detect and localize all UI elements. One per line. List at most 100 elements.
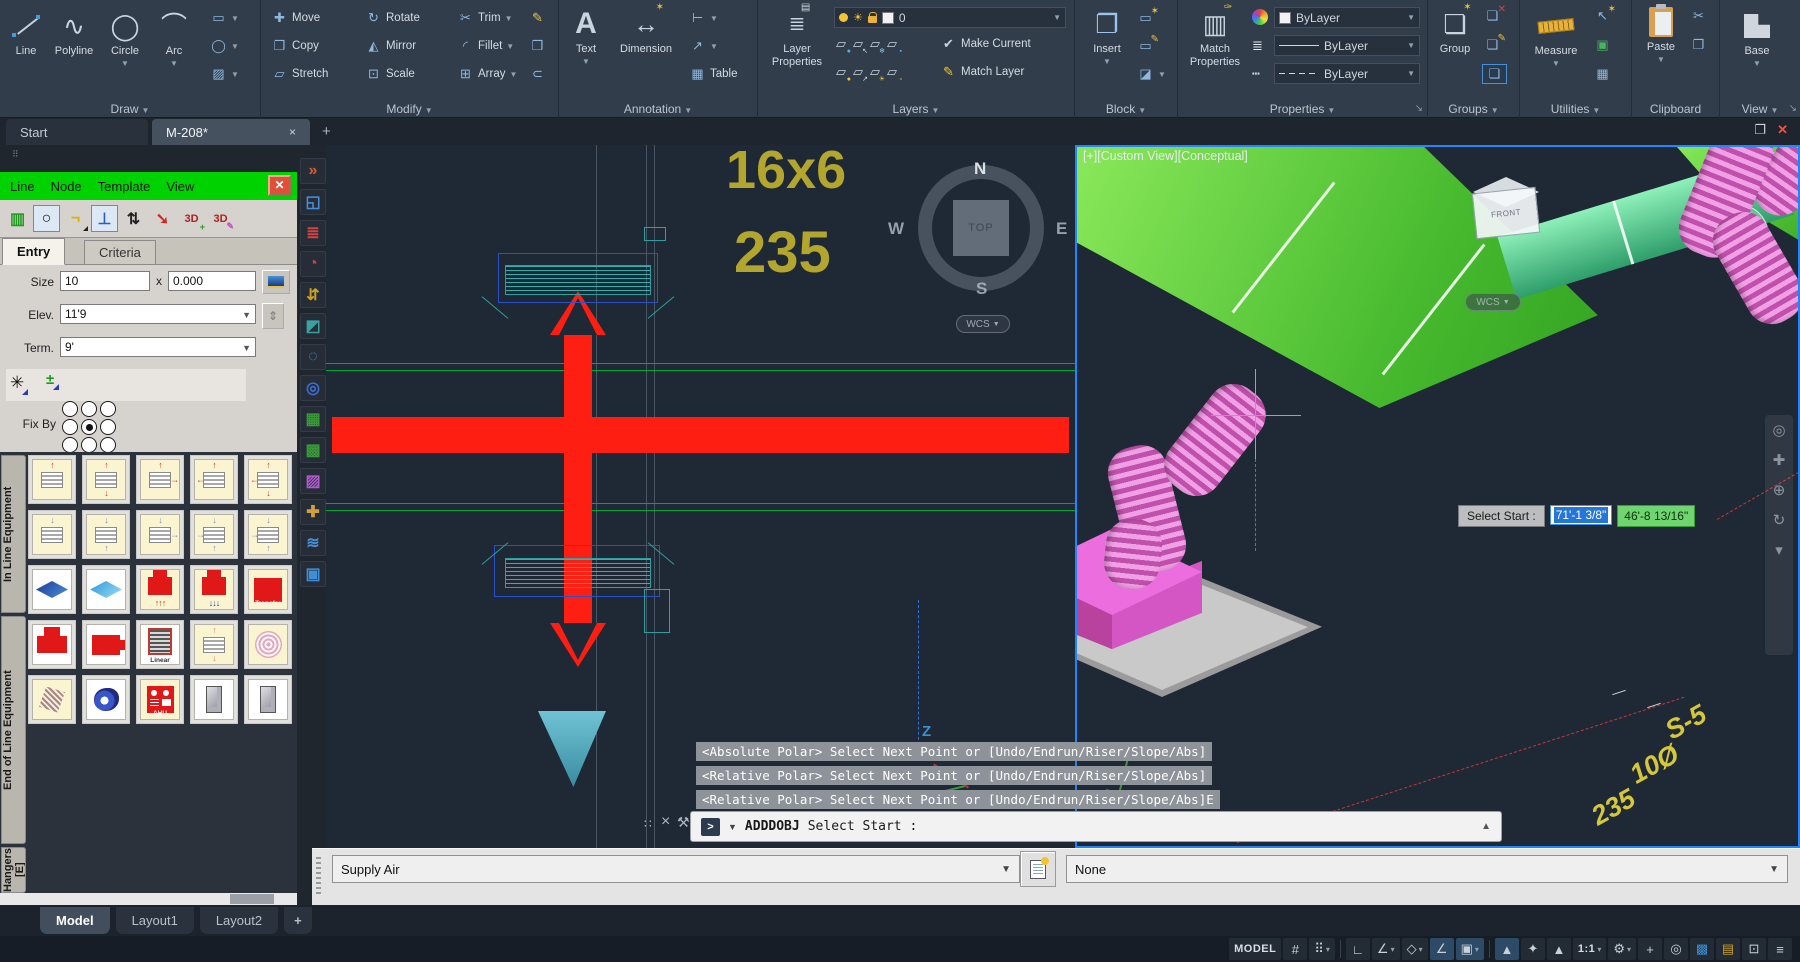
- block-panel-label[interactable]: Block▼: [1075, 102, 1177, 116]
- create-block-button[interactable]: ▭✶: [1137, 10, 1154, 26]
- tab-entry[interactable]: Entry: [2, 238, 65, 265]
- 3d-add-icon[interactable]: 3D+: [178, 205, 205, 232]
- polyline-button[interactable]: ∿ Polyline: [48, 8, 100, 57]
- dimension-button[interactable]: ↔✶ Dimension: [611, 6, 681, 55]
- modify-panel-label[interactable]: Modify▼: [261, 102, 558, 116]
- select-all-button[interactable]: ▣: [1594, 37, 1611, 53]
- text-button[interactable]: A Text▼: [567, 6, 605, 68]
- workspace-switching-icon[interactable]: ⚙▾: [1608, 938, 1636, 960]
- array-button[interactable]: ⊞Array▼: [457, 66, 517, 82]
- hatch-button[interactable]: ▨▼: [210, 66, 239, 82]
- scale-button[interactable]: ⊡Scale: [365, 66, 415, 82]
- elev-combo[interactable]: 11'9▼: [60, 304, 256, 324]
- new-drawing-tab-button[interactable]: +: [322, 123, 331, 140]
- copy-clip-button[interactable]: ❐: [1690, 37, 1707, 53]
- palette-grip[interactable]: ⠿: [0, 145, 297, 172]
- fixby-grid[interactable]: [62, 401, 118, 455]
- line-button[interactable]: Line: [6, 8, 46, 57]
- ellipse-button[interactable]: ◯▼: [210, 38, 239, 54]
- edit-block-button[interactable]: ▭✎: [1137, 38, 1154, 54]
- duct-fitting-bottom[interactable]: [505, 558, 651, 588]
- properties-panel-label[interactable]: Properties▼: [1178, 102, 1427, 116]
- grid-display-icon[interactable]: #: [1283, 938, 1307, 960]
- rooftop-unit[interactable]: [28, 620, 76, 669]
- strip-flip-icon[interactable]: ⇵: [300, 282, 326, 308]
- file-tab-document[interactable]: M-208* ×: [152, 119, 310, 145]
- view-panel-label[interactable]: View▼: [1720, 102, 1800, 116]
- viewcube-top-face[interactable]: TOP: [953, 200, 1009, 256]
- service-combo[interactable]: Supply Air▼: [332, 855, 1020, 883]
- tab-criteria[interactable]: Criteria: [84, 240, 156, 265]
- draw-panel-label[interactable]: Draw▼: [0, 102, 260, 116]
- restore-window-icon[interactable]: ❐: [1754, 122, 1766, 138]
- groups-panel-label[interactable]: Groups▼: [1428, 102, 1519, 116]
- layer-dropdown[interactable]: ☀ 0 ▼: [834, 7, 1066, 28]
- strip-find-icon[interactable]: ◌: [300, 344, 326, 370]
- palette-scrollbar[interactable]: [0, 893, 297, 905]
- base-button[interactable]: Base▼: [1734, 8, 1780, 70]
- strip-hatch-icon[interactable]: ▨: [300, 468, 326, 494]
- match-layer-button[interactable]: ✎ Match Layer: [940, 64, 1024, 80]
- inline-register-multi[interactable]: ↑↓←: [244, 455, 292, 504]
- diffuser-light-blue[interactable]: [82, 565, 130, 614]
- viewcube-east[interactable]: E: [1056, 219, 1067, 239]
- 3d-edit-icon[interactable]: 3D✎: [207, 205, 234, 232]
- duct-fitting-top[interactable]: [505, 265, 651, 295]
- quick-calculator-button[interactable]: ▦: [1594, 66, 1611, 82]
- tooltip-x-input[interactable]: 71'-1 3/8": [1550, 505, 1613, 525]
- inline-register-up[interactable]: ↑: [28, 455, 76, 504]
- palette-menu-view[interactable]: View: [166, 179, 194, 194]
- insulation-combo[interactable]: None▼: [1066, 855, 1788, 883]
- command-history-toggle[interactable]: ▲: [1481, 821, 1491, 832]
- isometric-drafting-icon[interactable]: ◇▾: [1402, 938, 1428, 960]
- slope-icon[interactable]: ➘: [149, 205, 176, 232]
- strip-wave-icon[interactable]: ≋: [300, 530, 326, 556]
- ungroup-button[interactable]: ❏✕: [1484, 8, 1501, 24]
- snap-mode-icon[interactable]: ⠿▾: [1309, 938, 1335, 960]
- define-attributes-button[interactable]: ◪▼: [1137, 66, 1166, 82]
- cut-button[interactable]: ✂: [1690, 8, 1707, 24]
- inline-register-up-down[interactable]: ↑↓: [82, 455, 130, 504]
- inline-return-multi[interactable]: ↓↑→: [244, 510, 292, 559]
- tooltip-y-input[interactable]: 46'-8 13/16": [1617, 505, 1695, 527]
- fillet-button[interactable]: ◜Fillet▼: [457, 38, 514, 54]
- inline-return-down[interactable]: ↓: [28, 510, 76, 559]
- damper-box-2[interactable]: [244, 675, 292, 724]
- object-snap-icon[interactable]: ▣▾: [1456, 938, 1484, 960]
- riser-icon[interactable]: ⊥: [91, 205, 118, 232]
- inline-return-down-up[interactable]: ↓↑: [82, 510, 130, 559]
- damper-box[interactable]: [190, 675, 238, 724]
- measure-button[interactable]: Measure▼: [1526, 8, 1586, 70]
- polar-tracking-icon[interactable]: ∠▾: [1372, 938, 1400, 960]
- command-wrench-icon[interactable]: ⚒: [677, 814, 690, 831]
- model-space-button[interactable]: MODEL: [1229, 938, 1281, 960]
- side-discharge-unit[interactable]: [82, 620, 130, 669]
- layout-tab-model[interactable]: Model: [40, 907, 110, 934]
- palette-menu-node[interactable]: Node: [51, 179, 82, 194]
- layer-off-icon[interactable]: ▱●: [836, 36, 846, 52]
- service-options-button[interactable]: [1020, 851, 1056, 887]
- strip-add-icon[interactable]: ✚: [300, 499, 326, 525]
- leader-button[interactable]: ↗▼: [689, 38, 718, 54]
- group-button[interactable]: ❏✶ Group: [1432, 6, 1478, 55]
- copy-button[interactable]: ❐Copy: [271, 38, 319, 54]
- round-duct-icon[interactable]: ○: [33, 205, 60, 232]
- linetype-dropdown[interactable]: ByLayer▼: [1274, 63, 1420, 84]
- palette-close-button[interactable]: ✕: [268, 175, 291, 196]
- layout-tab-layout1[interactable]: Layout1: [116, 907, 194, 934]
- object-color-dropdown[interactable]: ByLayer▼: [1274, 7, 1420, 28]
- linear-dimension-button[interactable]: ⊢▼: [689, 10, 718, 26]
- group-edit-button[interactable]: ❏✎: [1484, 37, 1501, 53]
- layer-on-all-icon[interactable]: ▱●: [836, 64, 846, 80]
- damper-option-icon[interactable]: ✳: [10, 373, 24, 393]
- annotation-scale-icon[interactable]: ▲: [1547, 938, 1571, 960]
- strip-zoom-window-icon[interactable]: ◱: [300, 189, 326, 215]
- orbit-icon[interactable]: ↻: [1765, 505, 1793, 535]
- palette-menu-line[interactable]: Line: [10, 179, 35, 194]
- term-combo[interactable]: 9'▼: [60, 337, 256, 357]
- strip-box-icon[interactable]: ▣: [300, 561, 326, 587]
- layer-properties-button[interactable]: ≣▤ LayerProperties: [766, 6, 828, 68]
- annotation-panel-label[interactable]: Annotation▼: [559, 102, 757, 116]
- lineweight-dropdown[interactable]: ByLayer▼: [1274, 35, 1420, 56]
- annotation-scale-value[interactable]: 1:1▾: [1573, 938, 1606, 960]
